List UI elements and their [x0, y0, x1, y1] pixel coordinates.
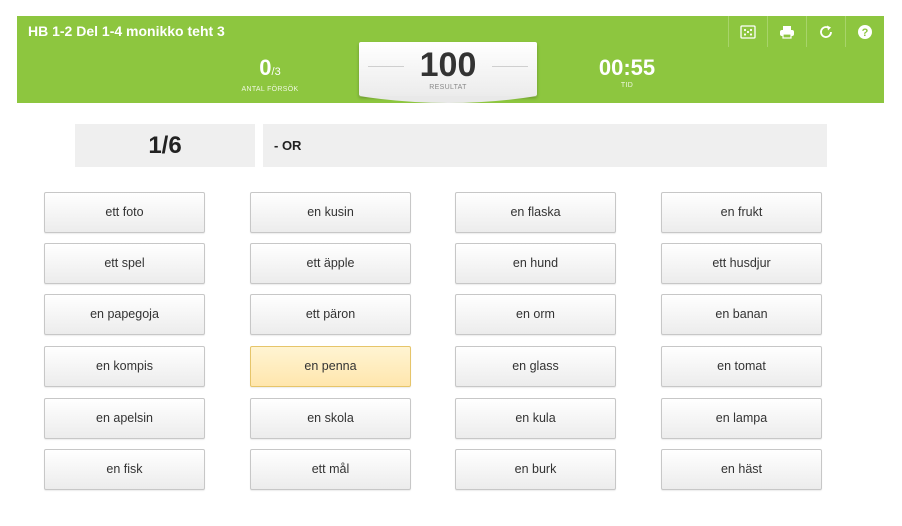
- toolbar: ?: [728, 16, 884, 47]
- choice-button[interactable]: en glass: [455, 346, 616, 387]
- choice-button[interactable]: en burk: [455, 449, 616, 490]
- help-icon: ?: [858, 24, 872, 39]
- choice-button[interactable]: en tomat: [661, 346, 822, 387]
- time-value: 00:55: [598, 55, 656, 80]
- choice-button[interactable]: en hund: [455, 243, 616, 284]
- choice-button[interactable]: ett päron: [250, 294, 411, 335]
- result-label: RESULTAT: [429, 84, 467, 91]
- dice-button[interactable]: [728, 16, 767, 47]
- choice-button[interactable]: en kusin: [250, 192, 411, 233]
- attempts-value: 0: [259, 55, 272, 80]
- choice-button[interactable]: en apelsin: [44, 398, 205, 439]
- result-value: 100: [419, 46, 477, 84]
- choice-button[interactable]: en flaska: [455, 192, 616, 233]
- time-stat: 00:55 TID: [557, 47, 697, 90]
- choice-button[interactable]: en orm: [455, 294, 616, 335]
- choice-button[interactable]: ett mål: [250, 449, 411, 490]
- exercise-title: HB 1-2 Del 1-4 monikko teht 3: [28, 23, 225, 39]
- print-button[interactable]: [767, 16, 806, 47]
- attempts-label: ANTAL FÖRSÖK: [241, 86, 299, 93]
- attempts-stat: 0/3 ANTAL FÖRSÖK: [200, 47, 340, 94]
- choice-button[interactable]: ett husdjur: [661, 243, 822, 284]
- choice-button-highlighted[interactable]: en penna: [250, 346, 411, 387]
- choice-button[interactable]: en skola: [250, 398, 411, 439]
- question-prompt: - OR: [263, 124, 827, 167]
- choice-button[interactable]: ett spel: [44, 243, 205, 284]
- print-icon: [780, 25, 794, 39]
- choice-button[interactable]: en frukt: [661, 192, 822, 233]
- question-counter: 1/6: [75, 124, 255, 167]
- time-label: TID: [620, 82, 634, 89]
- choice-button[interactable]: en lampa: [661, 398, 822, 439]
- restart-icon: [820, 25, 832, 38]
- choice-button[interactable]: en papegoja: [44, 294, 205, 335]
- result-panel-tail: [359, 96, 537, 103]
- choice-button[interactable]: en banan: [661, 294, 822, 335]
- choice-button[interactable]: en kompis: [44, 346, 205, 387]
- choice-button[interactable]: en häst: [661, 449, 822, 490]
- choice-button[interactable]: en fisk: [44, 449, 205, 490]
- restart-button[interactable]: [806, 16, 845, 47]
- help-button[interactable]: ?: [845, 16, 884, 47]
- svg-text:?: ?: [862, 27, 869, 39]
- attempts-total: /3: [271, 66, 281, 78]
- choice-button[interactable]: ett äpple: [250, 243, 411, 284]
- choice-button[interactable]: ett foto: [44, 192, 205, 233]
- choice-button[interactable]: en kula: [455, 398, 616, 439]
- result-panel: 100 RESULTAT: [359, 42, 537, 96]
- dice-icon: [740, 24, 756, 39]
